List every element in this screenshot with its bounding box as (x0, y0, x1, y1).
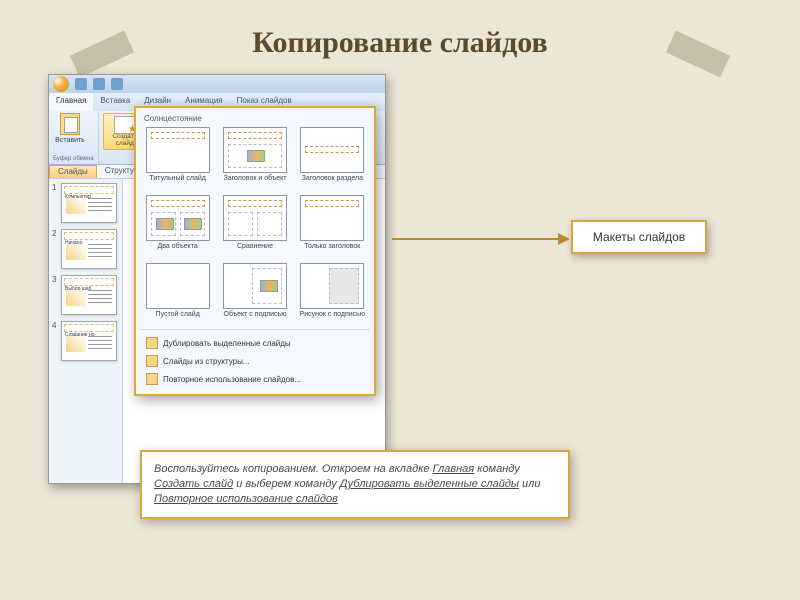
layout-section-header[interactable]: Заголовок раздела (297, 127, 368, 189)
layout-picture-caption[interactable]: Рисунок с подписью (297, 263, 368, 325)
layout-title-only[interactable]: Только заголовок (297, 195, 368, 257)
layout-title-slide[interactable]: Титульный слайд (142, 127, 213, 189)
thumbnails-pane: 1Компьютер 2Начало 3Выбор шаб 4Создание … (49, 179, 123, 483)
ribbon-group-clipboard: Вставить Буфер обмена (49, 111, 99, 164)
thumb-3[interactable]: 3Выбор шаб (52, 275, 119, 315)
page-title: Копирование слайдов (0, 26, 800, 60)
gallery-theme-header: Солнцестояние (142, 114, 368, 127)
redo-icon[interactable] (111, 78, 123, 90)
tab-insert[interactable]: Вставка (93, 93, 137, 111)
layout-comparison[interactable]: Сравнение (219, 195, 290, 257)
subtab-slides[interactable]: Слайды (49, 165, 97, 178)
duplicate-icon (146, 337, 158, 349)
group-label-clipboard: Буфер обмена (53, 155, 94, 162)
paste-icon (60, 113, 80, 135)
thumb-4[interactable]: 4Создание но (52, 321, 119, 361)
menu-slides-from-outline[interactable]: Слайды из структуры... (142, 352, 368, 370)
office-button-icon[interactable] (53, 76, 69, 92)
gallery-separator (140, 329, 370, 330)
caption-text: Воспользуйтесь копированием. Откроем на … (140, 450, 570, 519)
callout-arrow (392, 234, 570, 244)
layout-gallery: Солнцестояние Титульный слайд Заголовок … (134, 106, 376, 396)
thumb-2[interactable]: 2Начало (52, 229, 119, 269)
quick-access-toolbar (49, 75, 385, 93)
layout-two-content[interactable]: Два объекта (142, 195, 213, 257)
tab-home[interactable]: Главная (49, 93, 93, 111)
thumb-1[interactable]: 1Компьютер (52, 183, 119, 223)
save-icon[interactable] (75, 78, 87, 90)
layout-title-content[interactable]: Заголовок и объект (219, 127, 290, 189)
outline-icon (146, 355, 158, 367)
new-slide-icon (114, 116, 136, 134)
layout-blank[interactable]: Пустой слайд (142, 263, 213, 325)
gallery-grid: Титульный слайд Заголовок и объект Загол… (142, 127, 368, 325)
paste-button[interactable]: Вставить (53, 113, 87, 144)
callout-layouts: Макеты слайдов (571, 220, 707, 254)
menu-reuse-slides[interactable]: Повторное использование слайдов... (142, 370, 368, 388)
paste-label: Вставить (55, 137, 85, 144)
undo-icon[interactable] (93, 78, 105, 90)
reuse-icon (146, 373, 158, 385)
menu-duplicate-slides[interactable]: Дублировать выделенные слайды (142, 334, 368, 352)
layout-content-caption[interactable]: Объект с подписью (219, 263, 290, 325)
